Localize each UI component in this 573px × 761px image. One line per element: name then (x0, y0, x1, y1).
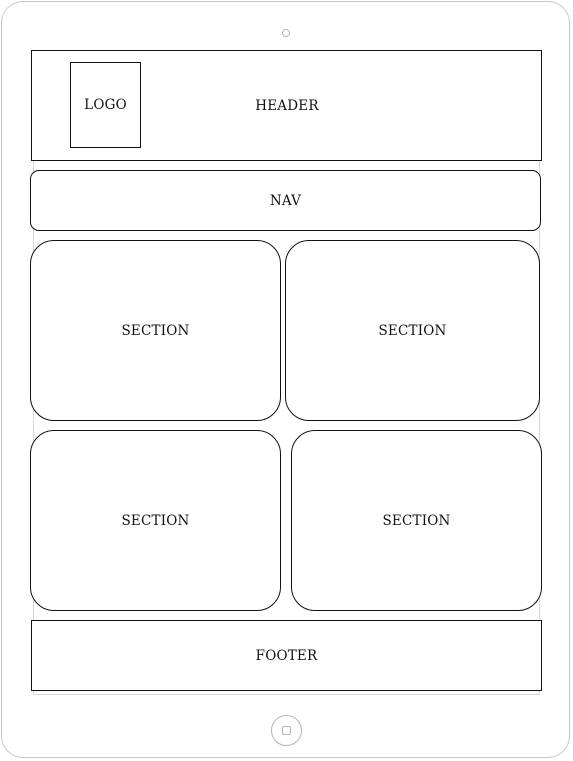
section-block-1: SECTION (30, 240, 281, 421)
logo-block: LOGO (70, 62, 141, 148)
section-block-2: SECTION (285, 240, 540, 421)
nav-block: NAV (30, 170, 541, 231)
header-label: HEADER (255, 97, 319, 114)
section-block-4: SECTION (291, 430, 542, 611)
home-button[interactable] (271, 715, 302, 746)
home-square-icon (282, 726, 291, 735)
section-block-3: SECTION (30, 430, 281, 611)
camera-icon (282, 29, 290, 37)
footer-block: FOOTER (31, 620, 542, 691)
